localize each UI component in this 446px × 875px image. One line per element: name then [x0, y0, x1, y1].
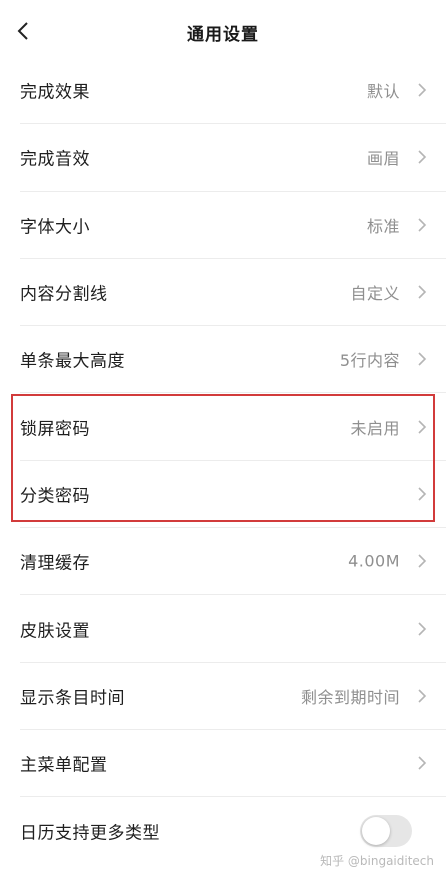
- setting-content-divider[interactable]: 内容分割线 自定义: [20, 259, 446, 327]
- setting-value: 4.00M: [348, 551, 400, 571]
- settings-list: 完成效果 默认 完成音效 画眉 字体大小 标准 内容分割线 自定义 单条最大高度…: [0, 57, 446, 865]
- setting-lock-screen-password[interactable]: 锁屏密码 未启用: [20, 393, 446, 461]
- setting-clear-cache[interactable]: 清理缓存 4.00M: [20, 528, 446, 596]
- watermark: 知乎 @bingaiditech: [320, 854, 434, 868]
- setting-label: 锁屏密码: [20, 419, 90, 440]
- setting-max-item-height[interactable]: 单条最大高度 5行内容: [20, 326, 446, 394]
- setting-main-menu-config[interactable]: 主菜单配置: [20, 730, 446, 798]
- setting-show-item-time[interactable]: 显示条目时间 剩余到期时间: [20, 663, 446, 730]
- chevron-right-icon: [416, 754, 428, 772]
- setting-value: 5行内容: [339, 351, 400, 371]
- setting-completion-sound[interactable]: 完成音效 画眉: [20, 124, 446, 192]
- setting-label: 主菜单配置: [20, 755, 108, 776]
- setting-value: 画眉: [366, 149, 400, 169]
- setting-label: 完成效果: [20, 82, 90, 103]
- setting-label: 内容分割线: [20, 284, 108, 305]
- setting-value: 剩余到期时间: [300, 687, 400, 707]
- chevron-right-icon: [416, 552, 428, 570]
- setting-label: 字体大小: [20, 217, 90, 238]
- chevron-right-icon: [416, 283, 428, 301]
- chevron-right-icon: [416, 418, 428, 436]
- setting-category-password[interactable]: 分类密码: [20, 461, 446, 529]
- setting-label: 日历支持更多类型: [20, 823, 160, 844]
- nav-bar: 通用设置: [0, 0, 446, 62]
- setting-label: 单条最大高度: [20, 351, 125, 372]
- chevron-right-icon: [416, 620, 428, 638]
- setting-label: 分类密码: [20, 486, 90, 507]
- chevron-right-icon: [416, 687, 428, 705]
- chevron-right-icon: [416, 81, 428, 99]
- setting-label: 皮肤设置: [20, 621, 90, 642]
- setting-value: 未启用: [350, 418, 400, 438]
- page-title: 通用设置: [187, 25, 259, 45]
- setting-value: 自定义: [350, 284, 400, 304]
- setting-value: 默认: [366, 82, 400, 102]
- chevron-right-icon: [416, 485, 428, 503]
- setting-label: 完成音效: [20, 149, 90, 170]
- setting-skin[interactable]: 皮肤设置: [20, 595, 446, 663]
- toggle-knob: [362, 816, 390, 845]
- chevron-right-icon: [416, 216, 428, 234]
- chevron-right-icon: [416, 350, 428, 368]
- calendar-types-toggle[interactable]: [360, 814, 412, 847]
- setting-font-size[interactable]: 字体大小 标准: [20, 192, 446, 259]
- chevron-right-icon: [416, 148, 428, 166]
- setting-label: 显示条目时间: [20, 688, 125, 709]
- setting-completion-effect[interactable]: 完成效果 默认: [20, 57, 446, 125]
- setting-label: 清理缓存: [20, 553, 90, 574]
- setting-value: 标准: [366, 216, 400, 236]
